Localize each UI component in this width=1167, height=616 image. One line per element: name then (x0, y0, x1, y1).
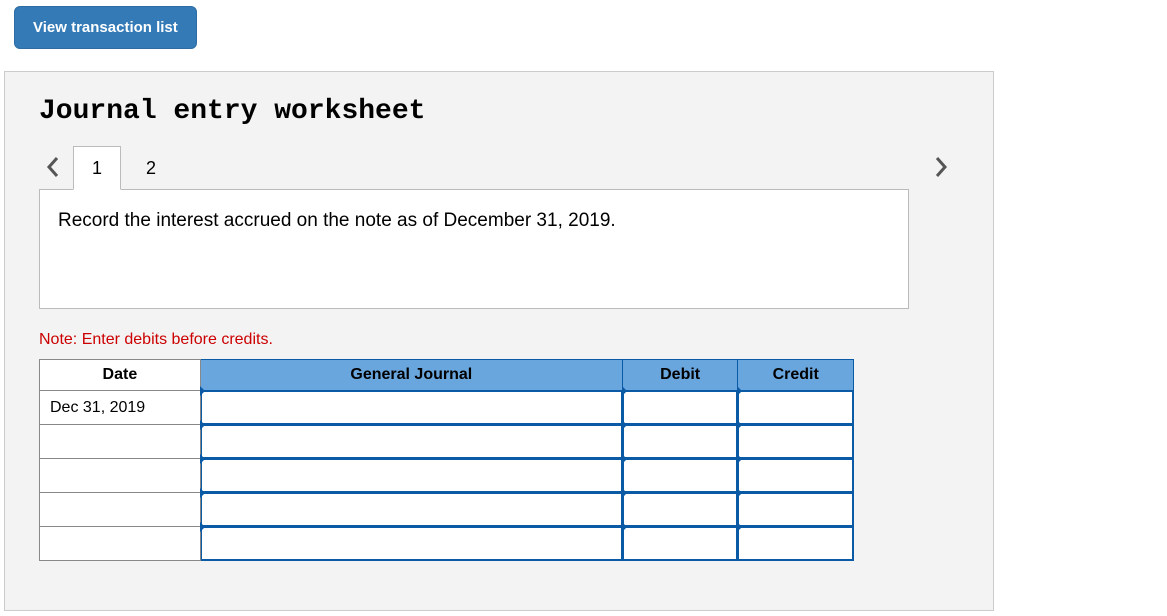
tab-1[interactable]: 1 (73, 146, 121, 190)
journal-table: Date General Journal Debit Credit Dec 31… (39, 359, 854, 561)
cell-date[interactable] (40, 459, 201, 493)
cell-general-journal[interactable] (200, 459, 622, 493)
view-transaction-list-button[interactable]: View transaction list (14, 6, 197, 49)
cell-debit[interactable] (622, 493, 738, 527)
prev-arrow[interactable] (39, 147, 67, 187)
col-general-journal: General Journal (200, 360, 622, 391)
worksheet-title: Journal entry worksheet (39, 96, 959, 127)
tab-row: 1 2 (39, 145, 959, 189)
table-row (40, 527, 854, 561)
tab-left-group: 1 2 (39, 145, 175, 189)
cell-credit[interactable] (738, 425, 854, 459)
cell-general-journal[interactable] (200, 391, 622, 425)
note-text: Note: Enter debits before credits. (39, 331, 959, 349)
cell-debit[interactable] (622, 425, 738, 459)
cell-debit[interactable] (622, 391, 738, 425)
cell-general-journal[interactable] (200, 527, 622, 561)
cell-credit[interactable] (738, 527, 854, 561)
col-credit: Credit (738, 360, 854, 391)
next-arrow[interactable] (927, 147, 955, 187)
cell-date[interactable] (40, 493, 201, 527)
table-header-row: Date General Journal Debit Credit (40, 360, 854, 391)
table-row (40, 459, 854, 493)
cell-credit[interactable] (738, 391, 854, 425)
table-row: Dec 31, 2019 (40, 391, 854, 425)
journal-entry-worksheet-panel: Journal entry worksheet 1 2 Record the i… (4, 71, 994, 611)
cell-debit[interactable] (622, 527, 738, 561)
col-debit: Debit (622, 360, 738, 391)
cell-credit[interactable] (738, 493, 854, 527)
cell-credit[interactable] (738, 459, 854, 493)
table-row (40, 425, 854, 459)
chevron-left-icon (46, 156, 60, 178)
tab-2[interactable]: 2 (127, 146, 175, 190)
col-date: Date (40, 360, 201, 391)
cell-general-journal[interactable] (200, 425, 622, 459)
instruction-box: Record the interest accrued on the note … (39, 189, 909, 309)
chevron-right-icon (934, 156, 948, 178)
cell-date[interactable] (40, 425, 201, 459)
cell-date[interactable] (40, 527, 201, 561)
cell-debit[interactable] (622, 459, 738, 493)
table-row (40, 493, 854, 527)
cell-date[interactable]: Dec 31, 2019 (40, 391, 201, 425)
cell-general-journal[interactable] (200, 493, 622, 527)
